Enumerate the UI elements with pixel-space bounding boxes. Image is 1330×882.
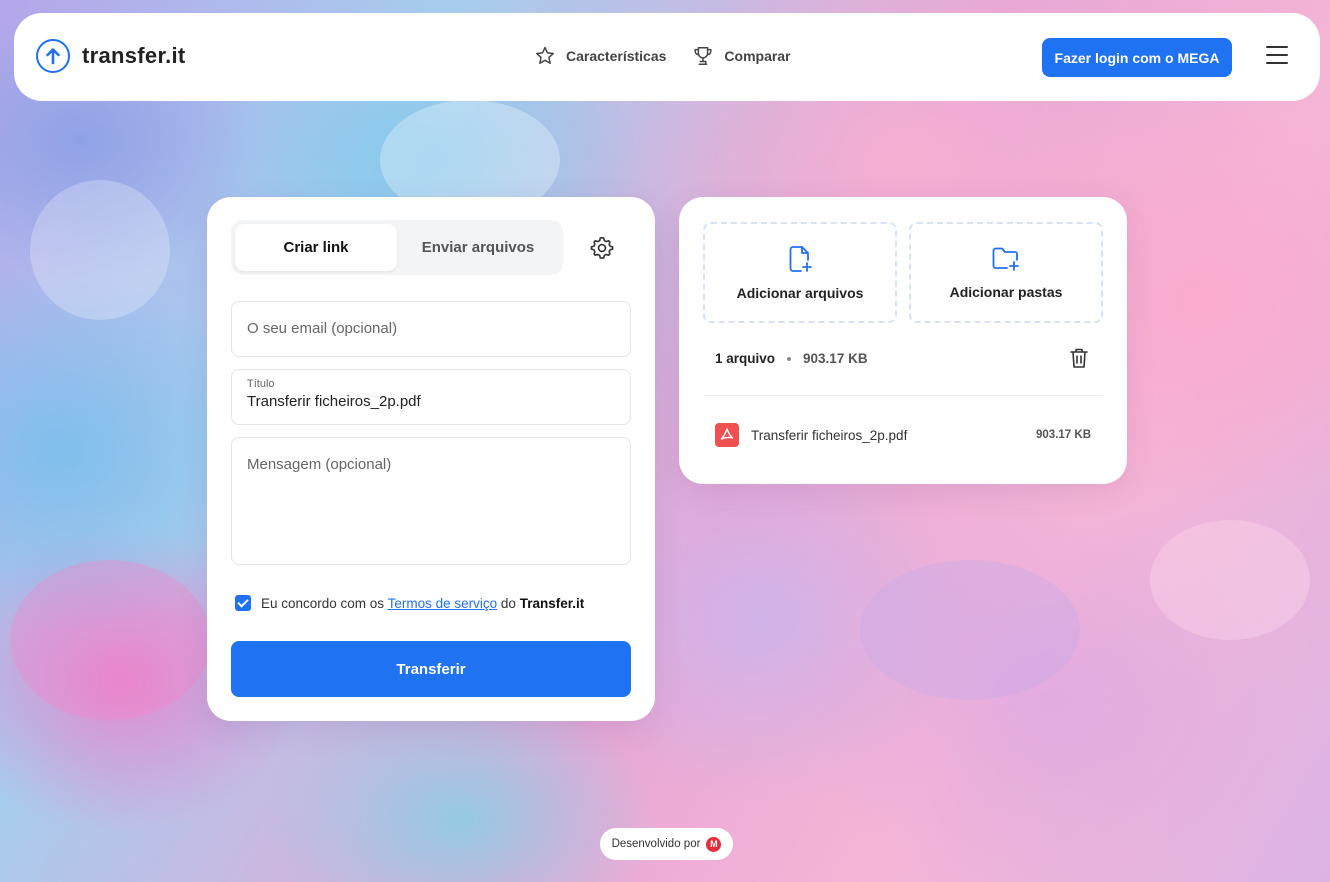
terms-link[interactable]: Termos de serviço — [388, 596, 498, 611]
email-input[interactable] — [247, 320, 615, 337]
star-icon — [536, 46, 554, 64]
gear-icon[interactable] — [589, 235, 615, 261]
terms-checkbox[interactable] — [235, 595, 251, 611]
separator-dot — [787, 356, 792, 361]
folder-add-icon — [992, 247, 1019, 271]
add-files-button[interactable]: Adicionar arquivos — [703, 222, 897, 323]
email-field-wrapper — [231, 301, 631, 357]
files-card: Adicionar arquivos Adicionar pastas 1 ar… — [679, 197, 1127, 484]
file-count: 1 arquivo — [715, 351, 776, 366]
terms-agreement: Eu concordo com os Termos de serviço do … — [235, 595, 584, 611]
pdf-icon — [715, 423, 739, 447]
nav-compare[interactable]: Comparar — [692, 45, 791, 67]
title-field-wrapper: Título — [231, 369, 631, 425]
nav-compare-label: Comparar — [724, 48, 791, 64]
logo[interactable]: transfer.it — [36, 39, 186, 73]
file-name: Transferir ficheiros_2p.pdf — [751, 427, 908, 443]
hamburger-menu-icon[interactable] — [1266, 46, 1288, 66]
file-add-icon — [789, 245, 812, 272]
tab-create-link[interactable]: Criar link — [235, 224, 397, 271]
background-blob — [1150, 520, 1310, 640]
title-label: Título — [247, 378, 275, 390]
trophy-icon — [694, 47, 712, 65]
top-navbar: transfer.it Características Comparar Faz… — [14, 13, 1320, 101]
mode-tabs: Criar link Enviar arquivos — [231, 220, 563, 275]
background-blob — [860, 560, 1080, 700]
message-textarea[interactable] — [247, 456, 615, 546]
terms-prefix: Eu concordo com os — [261, 595, 385, 611]
trash-icon[interactable] — [1069, 347, 1089, 369]
terms-text: Eu concordo com os Termos de serviço do … — [261, 596, 584, 611]
add-folders-label: Adicionar pastas — [949, 283, 1063, 300]
background-blob — [10, 560, 210, 720]
file-summary: 1 arquivo 903.17 KB — [715, 351, 868, 366]
powered-by-badge[interactable]: Desenvolvido por M — [600, 828, 733, 860]
logo-text: transfer.it — [82, 43, 186, 68]
tab-send-files[interactable]: Enviar arquivos — [397, 224, 559, 271]
terms-brand: Transfer.it — [519, 595, 585, 611]
background-blob — [30, 180, 170, 320]
transfer-button[interactable]: Transferir — [231, 641, 631, 697]
main-nav: Características Comparar — [534, 45, 791, 67]
nav-features[interactable]: Características — [534, 45, 666, 67]
add-folders-button[interactable]: Adicionar pastas — [909, 222, 1103, 323]
powered-by-label: Desenvolvido por — [611, 838, 701, 850]
file-list-item[interactable]: Transferir ficheiros_2p.pdf 903.17 KB — [715, 423, 1091, 447]
add-files-label: Adicionar arquivos — [736, 284, 864, 301]
file-size: 903.17 KB — [1036, 429, 1091, 441]
message-field-wrapper — [231, 437, 631, 565]
mega-logo-icon: M — [706, 836, 722, 852]
upload-arrow-icon — [36, 39, 70, 73]
nav-features-label: Características — [566, 48, 667, 64]
terms-mid: do — [500, 595, 516, 611]
login-button[interactable]: Fazer login com o MEGA — [1042, 38, 1232, 77]
total-size: 903.17 KB — [803, 351, 868, 366]
divider — [703, 395, 1103, 396]
transfer-form-card: Criar link Enviar arquivos Título Eu con… — [207, 197, 655, 721]
title-input[interactable] — [247, 393, 615, 410]
